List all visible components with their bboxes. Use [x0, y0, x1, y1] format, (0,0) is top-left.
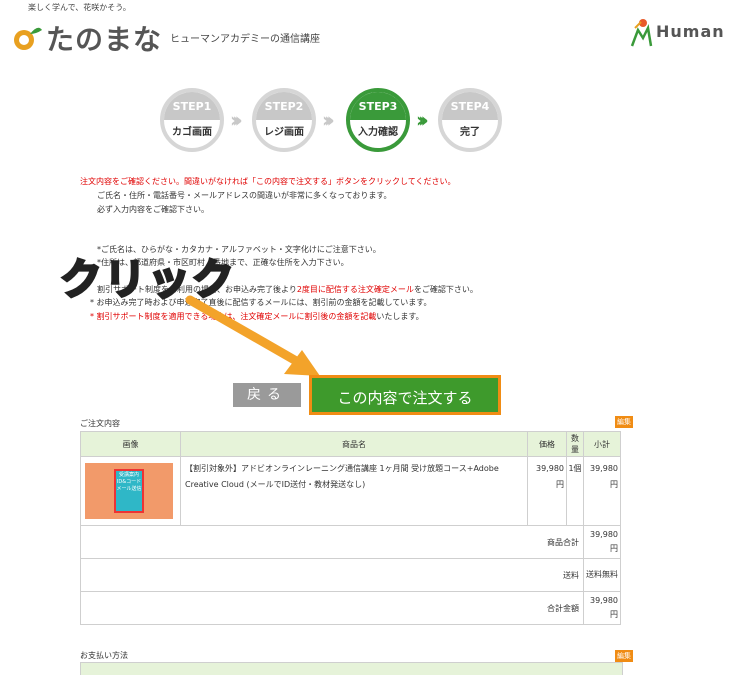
column-header-subtotal: 小計	[583, 431, 621, 457]
step-number: STEP4	[442, 92, 498, 120]
table-row: 受講案内 ID&コード メール送信 【割引対象外】アドビオンラインレーニング通信…	[80, 456, 621, 526]
human-logo-icon	[630, 19, 653, 47]
payment-table	[80, 662, 623, 675]
human-logo-text[interactable]: Human	[656, 22, 725, 41]
order-table: 画像 商品名 価格 数量 小計 受講案内 ID&コード メール送信 【割引対象外…	[80, 431, 621, 625]
step-number: STEP2	[256, 92, 312, 120]
summary-label: 送料	[80, 558, 584, 592]
notice-line-8c: いたします。	[376, 312, 424, 321]
summary-label: 合計金額	[80, 591, 584, 625]
column-header-price: 価格	[527, 431, 567, 457]
order-section-title: ご注文内容	[80, 419, 120, 428]
summary-row: 合計金額 39,980円	[80, 591, 621, 625]
table-header-row: 画像 商品名 価格 数量 小計	[80, 431, 621, 457]
product-thumbnail[interactable]: 受講案内 ID&コード メール送信	[85, 463, 173, 519]
summary-value: 39,980円	[583, 525, 621, 559]
step-label: 入力確認	[358, 127, 398, 138]
item-price: 39,980円	[527, 456, 567, 526]
column-header-image: 画像	[80, 431, 181, 457]
chevron-right-icon: ›››	[322, 108, 335, 132]
summary-value: 送料無料	[583, 558, 621, 592]
notice-line-1: 注文内容をご確認ください。間違いがなければ「この内容で注文する」ボタンをクリック…	[80, 177, 456, 186]
step-2: STEP2 レジ画面	[252, 88, 316, 152]
column-header-qty: 数量	[566, 431, 584, 457]
logo-subtitle: ヒューマンアカデミーの通信講座	[170, 34, 320, 45]
chevron-right-icon: ›››	[416, 108, 429, 132]
summary-value: 39,980円	[583, 591, 621, 625]
summary-row: 商品合計 39,980円	[80, 525, 621, 559]
logo-text[interactable]: たのまな	[46, 18, 162, 58]
tagline: 楽しく学んで、花咲かそう。	[28, 3, 131, 12]
tanomana-logo-icon	[14, 27, 42, 50]
payment-section-title: お支払い方法	[80, 651, 128, 660]
item-qty: 1個	[566, 456, 584, 526]
thumbnail-label: 受講案内 ID&コード メール送信	[114, 469, 144, 513]
step-number: STEP1	[164, 92, 220, 120]
item-name: 【割引対象外】アドビオンラインレーニング通信講座 1ヶ月間 受け放題コース+Ad…	[180, 456, 528, 526]
notice-line-6c: をご確認下さい。	[413, 285, 478, 294]
item-subtotal: 39,980円	[583, 456, 621, 526]
place-order-button[interactable]: この内容で注文する	[309, 375, 501, 415]
column-header-name: 商品名	[180, 431, 528, 457]
summary-row: 送料 送料無料	[80, 558, 621, 592]
notice-line-2: ご氏名・住所・電話番号・メールアドレスの間違いが非常に多くなっております。	[97, 191, 392, 200]
step-label: レジ画面	[264, 127, 304, 138]
step-label: 完了	[460, 127, 480, 138]
step-4: STEP4 完了	[438, 88, 502, 152]
edit-payment-button[interactable]: 編集	[615, 650, 633, 662]
chevron-right-icon: ›››	[230, 108, 243, 132]
step-3: STEP3 入力確認	[346, 88, 410, 152]
item-image-cell: 受講案内 ID&コード メール送信	[80, 456, 181, 526]
step-label: カゴ画面	[172, 127, 212, 138]
click-annotation-label: クリック	[58, 254, 237, 306]
summary-label: 商品合計	[80, 525, 584, 559]
notice-line-3: 必ず入力内容をご確認下さい。	[97, 205, 209, 214]
step-number: STEP3	[350, 92, 406, 120]
edit-order-button[interactable]: 編集	[615, 416, 633, 428]
step-1: STEP1 カゴ画面	[160, 88, 224, 152]
back-button[interactable]: 戻る	[233, 383, 301, 407]
